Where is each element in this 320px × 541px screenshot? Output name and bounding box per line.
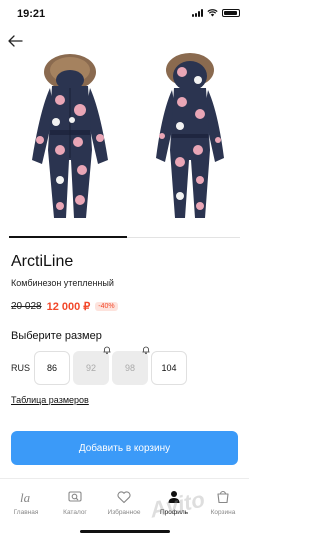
- product-image-front: [32, 54, 108, 218]
- size-table-link[interactable]: Таблица размеров: [11, 395, 89, 405]
- price-row: 20 028 12 000 ₽ -40%: [11, 300, 118, 313]
- bell-icon: [103, 346, 111, 355]
- add-to-cart-button[interactable]: Добавить в корзину: [11, 431, 238, 465]
- gallery-pager: [0, 236, 249, 239]
- size-region-label: RUS: [11, 363, 31, 373]
- new-price: 12 000 ₽: [46, 301, 91, 313]
- svg-text:la: la: [20, 490, 31, 505]
- size-option[interactable]: 92: [73, 351, 109, 385]
- wifi-icon: [207, 9, 218, 17]
- size-option[interactable]: 86: [34, 351, 70, 385]
- tab-favorites[interactable]: Избранное: [99, 489, 149, 516]
- home-logo-icon: la: [20, 490, 31, 505]
- tab-label: Главная: [13, 509, 39, 516]
- discount-badge: -40%: [95, 302, 118, 311]
- size-option[interactable]: 98: [112, 351, 148, 385]
- size-option-label: 98: [124, 363, 135, 373]
- size-option-label: 92: [85, 363, 96, 373]
- catalog-search-icon: [68, 491, 82, 502]
- size-option-label: 86: [46, 363, 57, 373]
- tab-label: Корзина: [210, 509, 236, 516]
- product-image-back: [156, 53, 224, 218]
- back-arrow-icon[interactable]: [6, 32, 24, 50]
- size-option-label: 104: [161, 363, 177, 373]
- heart-icon: [117, 491, 131, 504]
- status-bar: 19:21: [0, 0, 249, 26]
- home-indicator: [80, 530, 170, 533]
- size-section-title: Выберите размер: [11, 330, 102, 342]
- product-brand: ArctiLine: [11, 253, 74, 270]
- product-gallery[interactable]: [0, 50, 249, 225]
- tab-label: Избранное: [107, 509, 141, 516]
- tab-home[interactable]: la Главная: [1, 489, 51, 516]
- product-subtitle: Комбинезон утепленный: [11, 278, 114, 288]
- tab-catalog[interactable]: Каталог: [50, 489, 100, 516]
- tab-label: Каталог: [63, 509, 87, 516]
- status-time: 19:21: [17, 8, 46, 20]
- cart-icon: [217, 490, 229, 504]
- pager-active-indicator: [9, 236, 127, 238]
- bell-icon: [142, 346, 150, 355]
- size-option[interactable]: 104: [151, 351, 187, 385]
- old-price: 20 028: [11, 301, 42, 312]
- status-icons: [192, 9, 240, 17]
- battery-icon: [222, 9, 240, 17]
- signal-icon: [192, 9, 203, 17]
